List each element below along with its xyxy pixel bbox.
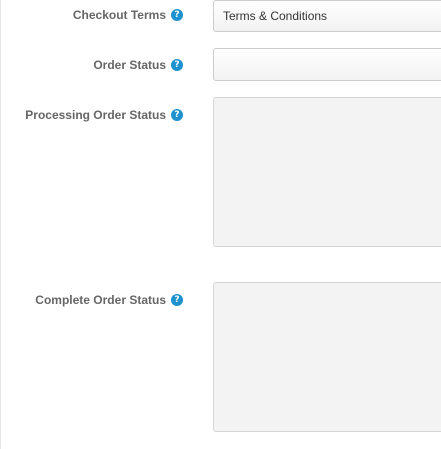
order-status-label-wrap: Order Status ? [93,58,183,72]
complete-order-status-multiselect[interactable] [213,282,441,432]
checkout-terms-value: Terms & Conditions [223,9,328,23]
checkout-terms-label: Checkout Terms [72,8,166,22]
complete-order-status-label: Complete Order Status [35,293,166,307]
help-question-icon[interactable]: ? [171,59,183,71]
order-status-label: Order Status [93,58,166,72]
processing-order-status-label: Processing Order Status [25,108,166,122]
processing-order-status-label-wrap: Processing Order Status ? [25,108,183,122]
help-question-icon[interactable]: ? [171,294,183,306]
checkout-terms-label-wrap: Checkout Terms ? [73,8,183,22]
order-status-select[interactable] [213,48,441,81]
panel-left-border [0,0,1,449]
help-question-icon[interactable]: ? [171,9,183,21]
processing-order-status-multiselect[interactable] [213,97,441,247]
checkout-terms-select[interactable]: Terms & Conditions [213,0,441,32]
complete-order-status-label-wrap: Complete Order Status ? [35,293,183,307]
help-question-icon[interactable]: ? [171,109,183,121]
